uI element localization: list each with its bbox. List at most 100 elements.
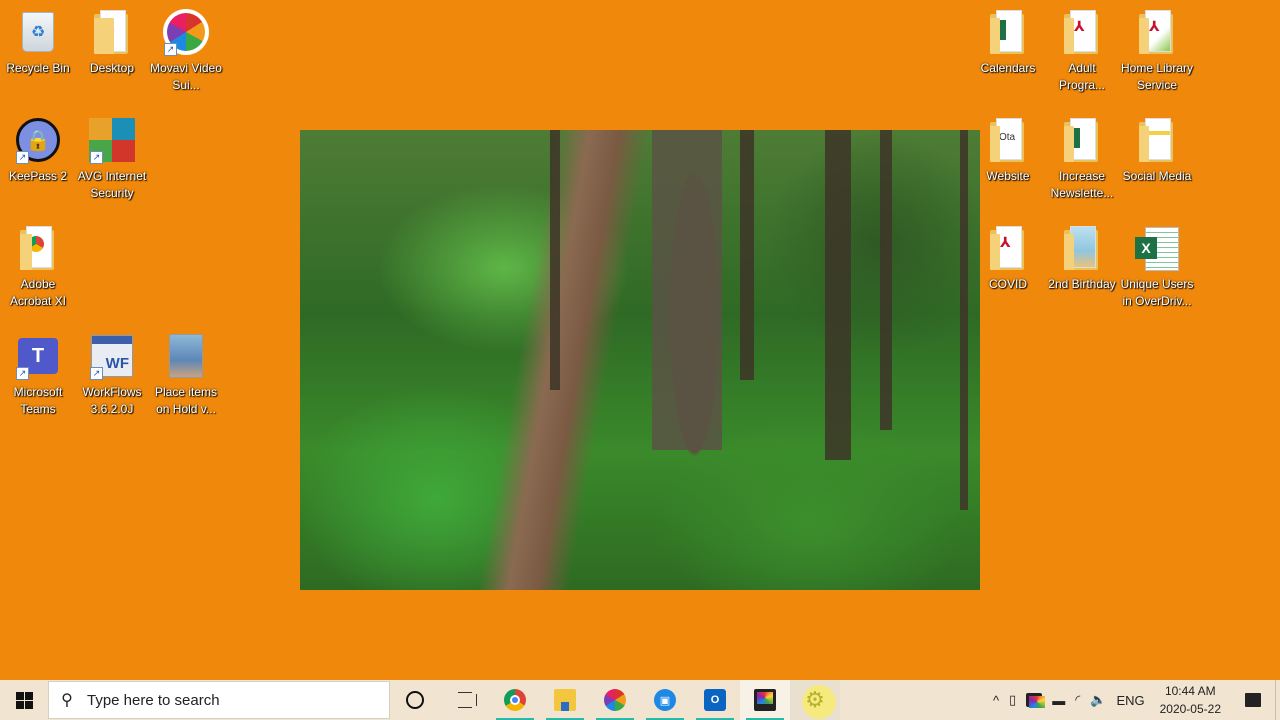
desktop-icon-label: Microsoft Teams [13, 385, 63, 416]
desktop-icon-keepass[interactable]: 🔒 ↗ KeePass 2 [0, 110, 76, 214]
keepass-lock-icon: 🔒 ↗ [14, 116, 62, 164]
taskbar-app-outlook[interactable]: O [690, 680, 740, 720]
folder-excel-icon [1058, 116, 1106, 164]
notification-icon [1245, 693, 1261, 707]
taskbar-app-movavi[interactable] [590, 680, 640, 720]
desktop-icon-label: Calendars [980, 61, 1036, 75]
show-hidden-icons-button[interactable]: ^ [988, 680, 1004, 720]
avg-icon: ↗ [88, 116, 136, 164]
desktop-icon-adobe-acrobat[interactable]: Adobe Acrobat XI [0, 218, 76, 322]
action-center-button[interactable] [1231, 693, 1275, 707]
workflows-icon: WF ↗ [88, 332, 136, 380]
search-icon: ⚲ [61, 692, 73, 709]
search-box[interactable]: ⚲ [48, 681, 390, 719]
usb-device-icon[interactable]: ▯ [1004, 680, 1021, 720]
shortcut-arrow-icon: ↗ [16, 367, 29, 380]
folder-chrome-icon [14, 224, 62, 272]
screen-recorder-icon [754, 689, 776, 711]
folder-doc-icon: Ota [984, 116, 1032, 164]
folder-pdf-icon: ⅄ [1058, 8, 1106, 56]
search-input[interactable] [85, 690, 369, 710]
clock-date: 2020-05-22 [1159, 702, 1221, 716]
desktop-icon-label: Place items on Hold v... [154, 385, 218, 416]
folder-pdf-icon: ⅄ [984, 224, 1032, 272]
excel-file-icon: X [1133, 224, 1181, 272]
desktop-icon-label: AVG Internet Security [77, 169, 147, 200]
desktop-icon-adult-programs[interactable]: ⅄ Adult Progra... [1044, 2, 1120, 106]
windows-logo-icon [15, 691, 33, 709]
folder-pdf-icon: ⅄ [88, 8, 136, 56]
desktop-icon-label: KeePass 2 [8, 169, 68, 183]
tablet-screenshot-icon [162, 332, 210, 380]
recycle-bin-icon: ♻ [14, 8, 62, 56]
desktop-icon-label: WorkFlows 3.6.2.0J [82, 385, 142, 416]
clock-time: 10:44 AM [1164, 684, 1216, 698]
desktop-icon-increase-newsletter[interactable]: Increase Newslette... [1044, 110, 1120, 214]
screen-recorder-tray-icon[interactable] [1021, 680, 1047, 720]
taskbar-app-settings[interactable]: ⚙ [790, 680, 840, 720]
taskbar: ⚲ ▣ O ⚙ ^ ▯ ▬ ◜ 🔈 ENG 10:44 AM 2020-05-2… [0, 680, 1280, 720]
start-button[interactable] [0, 680, 48, 720]
chevron-up-icon: ^ [992, 692, 1000, 708]
desktop-icon-label: Website [986, 169, 1030, 183]
file-explorer-icon [554, 689, 576, 711]
forest-trail-photo [300, 130, 980, 590]
desktop-icon-recycle-bin[interactable]: ♻ Recycle Bin [0, 2, 76, 106]
video-recorder-icon: ▣ [654, 689, 676, 711]
desktop-icon-movavi[interactable]: ↗ Movavi Video Sui... [148, 2, 224, 106]
teams-icon: T ↗ [14, 332, 62, 380]
desktop-icon-avg[interactable]: ↗ AVG Internet Security [74, 110, 150, 214]
system-tray: ^ ▯ ▬ ◜ 🔈 ENG 10:44 AM 2020-05-22 [988, 680, 1280, 720]
outlook-icon: O [704, 689, 726, 711]
desktop-icon-unique-users-overdrive[interactable]: X Unique Users in OverDriv... [1119, 218, 1195, 322]
show-desktop-button[interactable] [1275, 680, 1280, 720]
shortcut-arrow-icon: ↗ [164, 43, 177, 56]
desktop-icon-label: Movavi Video Sui... [150, 61, 222, 92]
desktop-icon-label: Unique Users in OverDriv... [1120, 277, 1194, 308]
movavi-icon [604, 689, 626, 711]
taskbar-app-screen-recorder[interactable] [740, 680, 790, 720]
desktop-icon-label: Adult Progra... [1058, 61, 1106, 92]
cortana-button[interactable] [390, 680, 440, 720]
battery-power-icon[interactable]: ▬ [1047, 680, 1070, 720]
task-view-icon [458, 692, 477, 708]
folder-excel-icon [984, 8, 1032, 56]
chrome-icon [504, 689, 526, 711]
folder-pdf-icon: ⅄ [1133, 8, 1181, 56]
shortcut-arrow-icon: ↗ [16, 151, 29, 164]
taskbar-app-video-recorder[interactable]: ▣ [640, 680, 690, 720]
desktop-icon-place-items-on-hold[interactable]: Place items on Hold v... [148, 326, 224, 430]
desktop-icon-label: Adobe Acrobat XI [9, 277, 67, 308]
desktop-icon-calendars[interactable]: Calendars [970, 2, 1046, 106]
desktop: ♻ Recycle Bin ⅄ Desktop ↗ Movavi Video S… [0, 0, 1280, 680]
clock[interactable]: 10:44 AM 2020-05-22 [1150, 682, 1231, 718]
desktop-icon-2nd-birthday[interactable]: 2nd Birthday [1044, 218, 1120, 322]
desktop-icon-label: Home Library Service [1120, 61, 1194, 92]
desktop-icon-social-media[interactable]: Social Media [1119, 110, 1195, 214]
desktop-icon-desktop-folder[interactable]: ⅄ Desktop [74, 2, 150, 106]
desktop-icon-label: COVID [988, 277, 1027, 291]
desktop-icon-website[interactable]: Ota Website [970, 110, 1046, 214]
desktop-icon-label: Recycle Bin [6, 61, 70, 75]
folder-doc-icon [1133, 116, 1181, 164]
desktop-icon-workflows[interactable]: WF ↗ WorkFlows 3.6.2.0J [74, 326, 150, 430]
cortana-circle-icon [406, 691, 424, 709]
taskbar-app-file-explorer[interactable] [540, 680, 590, 720]
volume-icon[interactable]: 🔈 [1085, 680, 1111, 720]
desktop-icon-covid[interactable]: ⅄ COVID [970, 218, 1046, 322]
desktop-icon-microsoft-teams[interactable]: T ↗ Microsoft Teams [0, 326, 76, 430]
shortcut-arrow-icon: ↗ [90, 151, 103, 164]
desktop-icon-label: 2nd Birthday [1048, 277, 1116, 291]
taskbar-app-chrome[interactable] [490, 680, 540, 720]
language-indicator[interactable]: ENG [1111, 680, 1149, 720]
folder-image-icon [1058, 224, 1106, 272]
desktop-icon-label: Increase Newslette... [1050, 169, 1114, 200]
desktop-icon-home-library-service[interactable]: ⅄ Home Library Service [1119, 2, 1195, 106]
movavi-icon: ↗ [162, 8, 210, 56]
settings-gear-icon: ⚙ [805, 687, 825, 712]
wifi-icon[interactable]: ◜ [1070, 680, 1085, 720]
task-view-button[interactable] [440, 680, 490, 720]
desktop-icon-label: Social Media [1122, 169, 1192, 183]
desktop-icon-label: Desktop [89, 61, 135, 75]
shortcut-arrow-icon: ↗ [90, 367, 103, 380]
